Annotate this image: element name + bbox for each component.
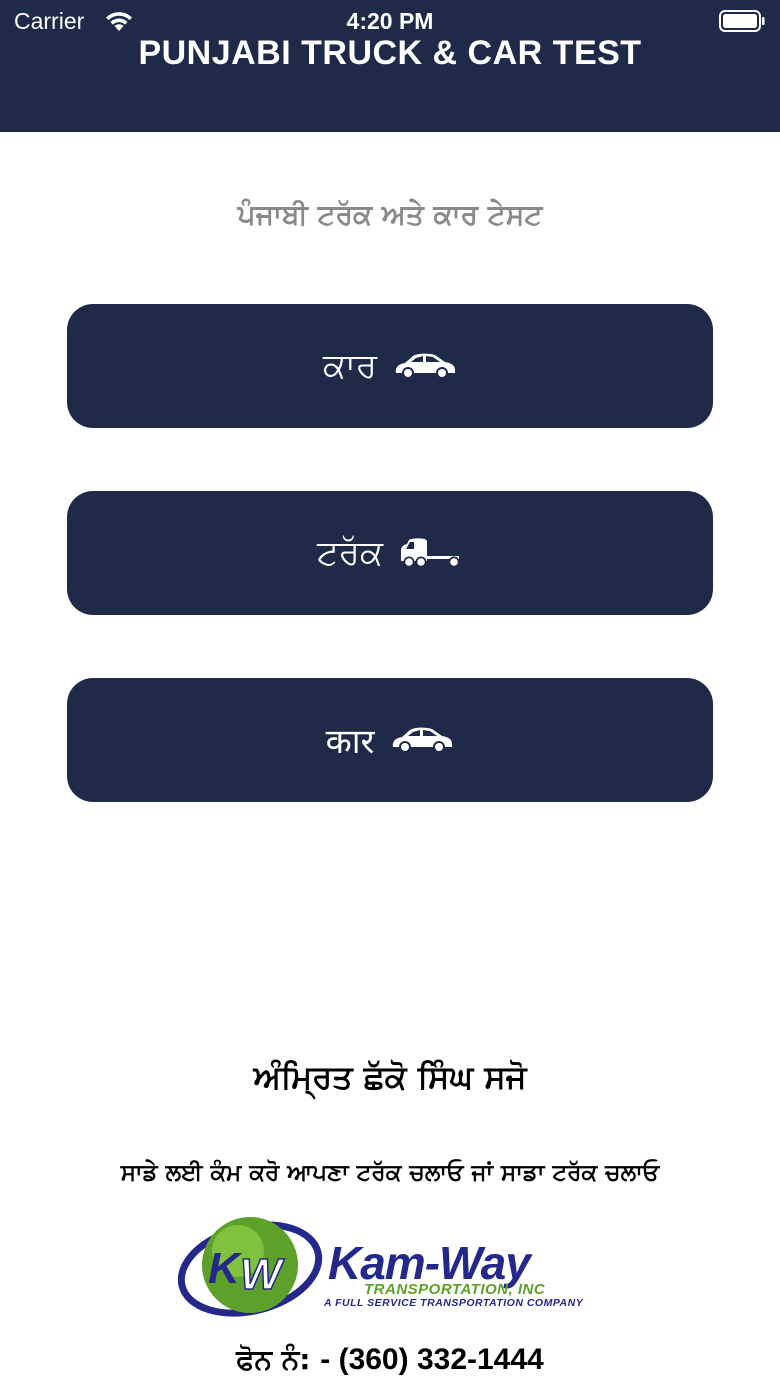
- car-test-label: ਕਾਰ: [323, 346, 377, 385]
- page-title: PUNJABI TRUCK & CAR TEST: [138, 34, 642, 72]
- battery-icon: [719, 10, 765, 32]
- truck-test-button[interactable]: ਟਰੱਕ: [67, 491, 713, 615]
- car-test-hindi-button[interactable]: कार: [67, 678, 713, 802]
- kam-way-logo: K W Kam-Way TRANSPORTATION, INC A FULL S…: [178, 1203, 608, 1328]
- logo-tagline: A FULL SERVICE TRANSPORTATION COMPANY: [324, 1297, 584, 1309]
- car-icon: [393, 727, 453, 753]
- app-subtitle: ਪੰਜਾਬੀ ਟਰੱਕ ਅਤੇ ਕਾਰ ਟੇਸਟ: [237, 198, 543, 231]
- car-test-button[interactable]: ਕਾਰ: [67, 304, 713, 428]
- tagline: ਸਾਡੇ ਲਈ ਕੰਮ ਕਰੋ ਆਪਣਾ ਟਰੱਕ ਚਲਾਓ ਜਾਂ ਸਾਡਾ …: [120, 1160, 660, 1186]
- car-icon: [395, 353, 455, 379]
- slogan: ਅੰਮ੍ਰਿਤ ਛੱਕੋ ਸਿੰਘ ਸਜੋ: [253, 1058, 527, 1096]
- logo-subtitle: TRANSPORTATION, INC: [364, 1281, 546, 1298]
- phone-contact: ਫੋਨ ਨੰ: - (360) 332-1444: [0, 1343, 780, 1377]
- truck-icon: [401, 538, 460, 568]
- svg-text:W: W: [240, 1250, 285, 1299]
- status-time: 4:20 PM: [346, 8, 434, 34]
- truck-test-label: ਟਰੱਕ: [316, 533, 384, 572]
- car-test-hindi-label: कार: [325, 723, 375, 761]
- phone-label: ਫੋਨ ਨੰ:: [236, 1343, 311, 1376]
- kam-way-globe-icon: K W: [178, 1217, 323, 1317]
- phone-number[interactable]: - (360) 332-1444: [320, 1343, 543, 1376]
- app-header: Carrier 4:20 PM PUNJABI TRUCK & CAR TEST: [0, 0, 780, 132]
- svg-text:K: K: [208, 1244, 243, 1293]
